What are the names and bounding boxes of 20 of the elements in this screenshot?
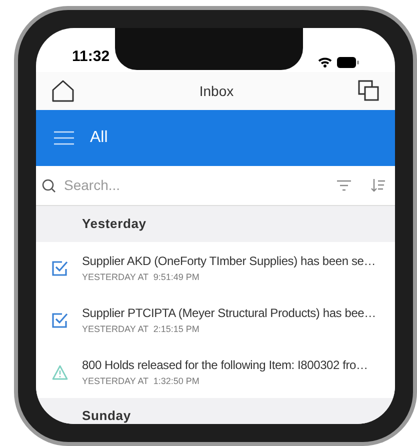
message-time: YESTERDAY AT 2:15:15 PM — [82, 322, 200, 336]
status-time: 11:32 — [72, 46, 110, 66]
message-text: Supplier AKD (OneForty TImber Supplies) has been se… — [82, 252, 376, 270]
header-title: Inbox — [199, 82, 234, 100]
copy-icon[interactable] — [358, 80, 380, 102]
message-time: YESTERDAY AT 9:51:49 PM — [82, 270, 200, 284]
filter-icon[interactable] — [337, 180, 351, 191]
battery-icon — [337, 57, 359, 68]
message-text: 800 Holds released for the following Item: I800302 fro… — [82, 356, 368, 374]
search-field[interactable]: Search... — [64, 175, 329, 196]
home-icon[interactable] — [51, 80, 75, 102]
search-icon — [42, 178, 56, 192]
message-text: Supplier PTCIPTA (Meyer Structural Products) has bee… — [82, 304, 376, 322]
menu-icon[interactable] — [54, 131, 74, 145]
filter-label: All — [90, 128, 108, 148]
sort-icon[interactable] — [371, 179, 385, 192]
section-header: Yesterday — [82, 215, 146, 234]
message-time: YESTERDAY AT 1:32:50 PM — [82, 374, 200, 388]
wifi-icon — [318, 57, 332, 68]
section-header: Sunday — [82, 407, 131, 424]
